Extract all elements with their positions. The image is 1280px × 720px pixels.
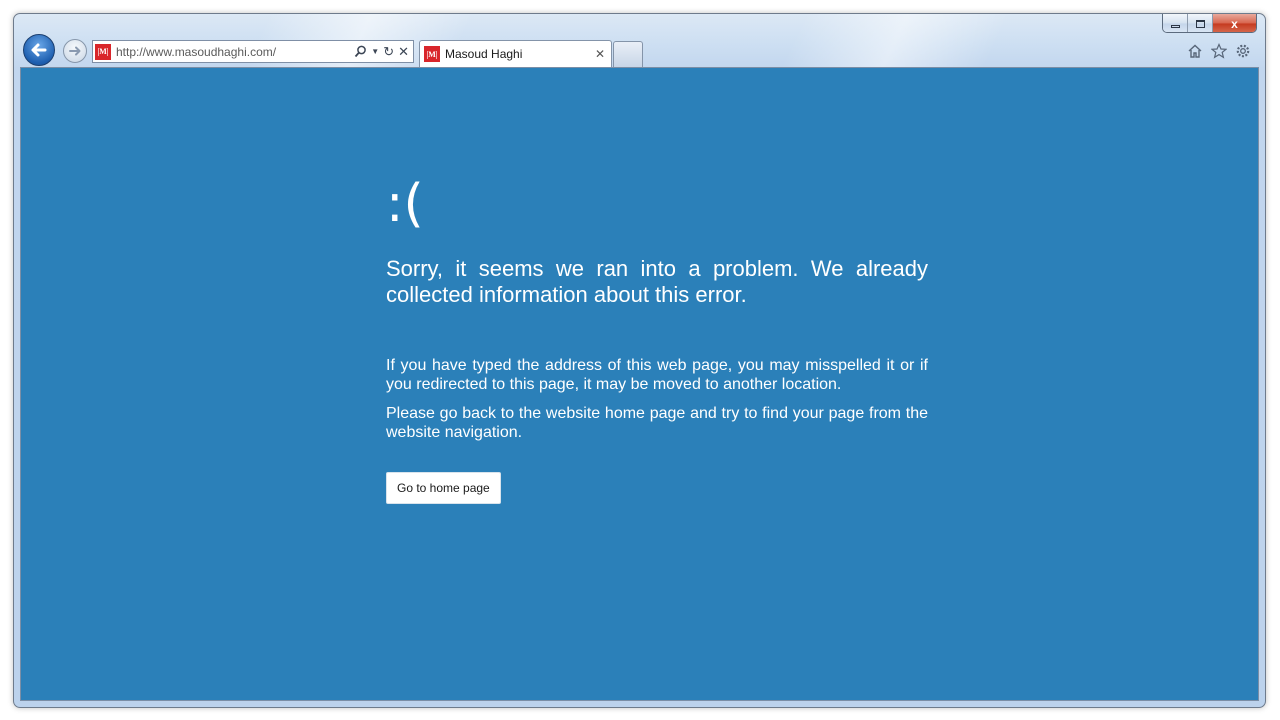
back-button[interactable] [23,34,55,66]
new-tab-button[interactable] [613,41,643,67]
tab-title: Masoud Haghi [445,47,523,61]
error-panel: :( Sorry, it seems we ran into a problem… [386,178,928,504]
address-bar[interactable]: |M| http://www.masoudhaghi.com/ ▼ ↻ ✕ [92,40,414,63]
favorites-star-icon[interactable] [1210,43,1228,64]
browser-window: x |M| http://www.masoudhaghi.com/ ▼ ↻ ✕ … [13,13,1266,708]
address-url[interactable]: http://www.masoudhaghi.com/ [116,45,354,59]
site-favicon-icon: |M| [95,43,111,60]
refresh-icon[interactable]: ↻ [383,44,394,60]
toolbar-right [1187,43,1251,64]
forward-button[interactable] [63,39,87,63]
close-window-button[interactable]: x [1213,14,1256,32]
tab-favicon-icon: |M| [424,46,440,62]
dropdown-arrow-icon[interactable]: ▼ [371,47,379,56]
error-explanation: If you have typed the address of this we… [386,357,928,393]
settings-gear-icon[interactable] [1235,43,1251,64]
maximize-button[interactable] [1188,14,1213,32]
tab-masoud-haghi[interactable]: |M| Masoud Haghi ✕ [419,40,612,67]
minimize-button[interactable] [1163,14,1188,32]
back-arrow-icon [31,43,47,57]
error-headline: Sorry, it seems we ran into a problem. W… [386,256,928,307]
home-icon[interactable] [1187,43,1203,64]
restore-icon [1195,19,1205,28]
go-home-button[interactable]: Go to home page [386,472,501,504]
caption-buttons: x [1162,14,1257,33]
page-content: :( Sorry, it seems we ran into a problem… [20,67,1259,701]
stop-icon[interactable]: ✕ [398,44,409,60]
forward-arrow-icon [69,46,81,56]
error-instruction: Please go back to the website home page … [386,405,928,441]
minimize-icon [1170,25,1180,28]
sad-face: :( [386,174,424,234]
search-icon[interactable] [354,45,367,58]
close-icon: x [1231,16,1238,31]
tab-close-icon[interactable]: ✕ [595,47,605,61]
